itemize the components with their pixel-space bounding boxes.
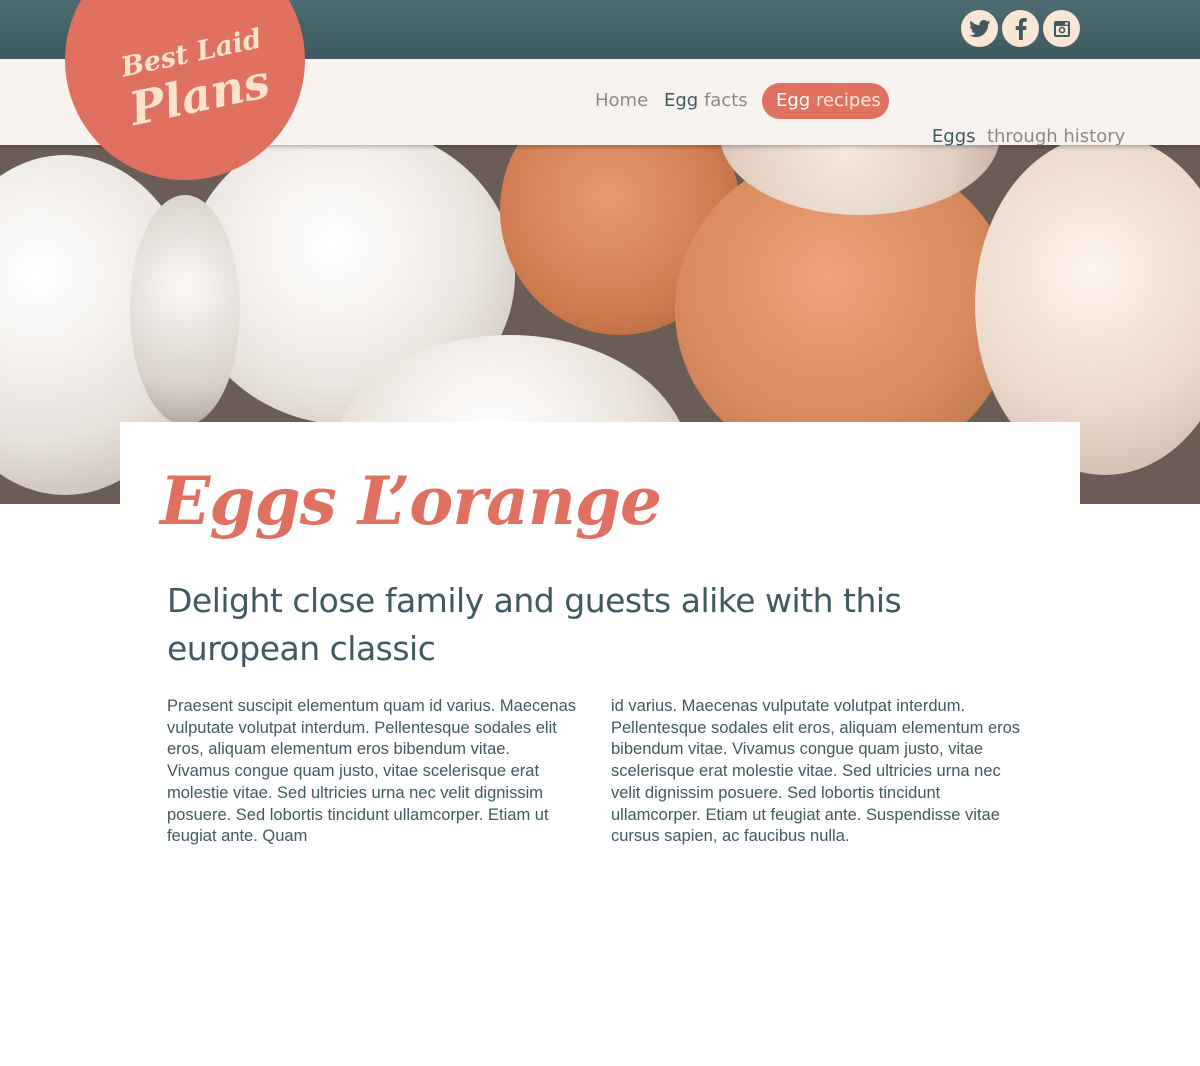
article-column-2: id varius. Maecenas vulputate volutpat i…	[611, 697, 1021, 846]
nav-egg-facts-strong: Egg	[664, 90, 699, 111]
nav-egg-recipes-rest: recipes	[810, 90, 881, 111]
nav-eggs-history-rest: through history	[975, 126, 1126, 147]
nav-egg-recipes-strong: Egg	[776, 90, 811, 111]
nav-home-label: Home	[595, 90, 649, 111]
nav-home[interactable]: Home	[595, 83, 648, 119]
nav-eggs-history[interactable]: Eggs through history	[909, 83, 1125, 147]
instagram-icon[interactable]	[1043, 10, 1080, 47]
article-column-1: Praesent suscipit elementum quam id vari…	[167, 697, 577, 846]
article-subtitle: Delight close family and guests alike wi…	[167, 581, 902, 668]
nav-egg-facts-rest: facts	[698, 90, 748, 111]
egg-white	[130, 195, 240, 425]
nav-eggs-history-strong: Eggs	[931, 126, 976, 147]
twitter-icon[interactable]	[961, 10, 998, 47]
article-title: Eggs L’orange	[160, 462, 662, 540]
nav-egg-recipes[interactable]: Egg recipes	[762, 83, 889, 119]
facebook-icon[interactable]	[1002, 10, 1039, 47]
nav-egg-facts[interactable]: Egg facts	[664, 83, 748, 119]
article-card: Eggs L’orange Delight close family and g…	[120, 422, 1080, 1066]
